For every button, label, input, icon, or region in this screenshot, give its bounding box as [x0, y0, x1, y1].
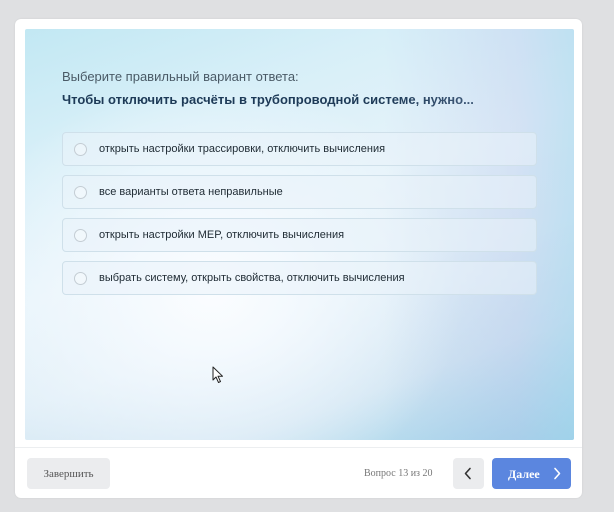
- answer-option-1[interactable]: открыть настройки трассировки, отключить…: [62, 132, 537, 166]
- next-button-label: Далее: [508, 467, 540, 481]
- radio-button[interactable]: [74, 186, 87, 199]
- radio-button[interactable]: [74, 229, 87, 242]
- answer-option-3[interactable]: открыть настройки MEP, отключить вычисле…: [62, 218, 537, 252]
- previous-button[interactable]: [453, 458, 484, 489]
- footer-divider: [15, 447, 582, 448]
- answer-option-4[interactable]: выбрать систему, открыть свойства, отклю…: [62, 261, 537, 295]
- radio-button[interactable]: [74, 143, 87, 156]
- answer-option-label: выбрать систему, открыть свойства, отклю…: [99, 272, 405, 284]
- question-text: Чтобы отключить расчёты в трубопроводной…: [62, 92, 474, 107]
- next-button[interactable]: Далее: [492, 458, 571, 489]
- question-progress: Вопрос 13 из 20: [364, 468, 433, 479]
- answer-option-2[interactable]: все варианты ответа неправильные: [62, 175, 537, 209]
- chevron-right-icon: [554, 467, 561, 480]
- question-slide: Выберите правильный вариант ответа: Чтоб…: [25, 29, 574, 440]
- mouse-pointer-icon: [212, 366, 223, 383]
- quiz-card: Выберите правильный вариант ответа: Чтоб…: [15, 19, 582, 498]
- answer-option-label: все варианты ответа неправильные: [99, 186, 283, 198]
- radio-button[interactable]: [74, 272, 87, 285]
- chevron-left-icon: [464, 467, 471, 480]
- finish-button[interactable]: Завершить: [27, 458, 110, 489]
- answer-option-label: открыть настройки MEP, отключить вычисле…: [99, 229, 345, 241]
- instruction-text: Выберите правильный вариант ответа:: [62, 69, 299, 84]
- answer-option-label: открыть настройки трассировки, отключить…: [99, 143, 386, 155]
